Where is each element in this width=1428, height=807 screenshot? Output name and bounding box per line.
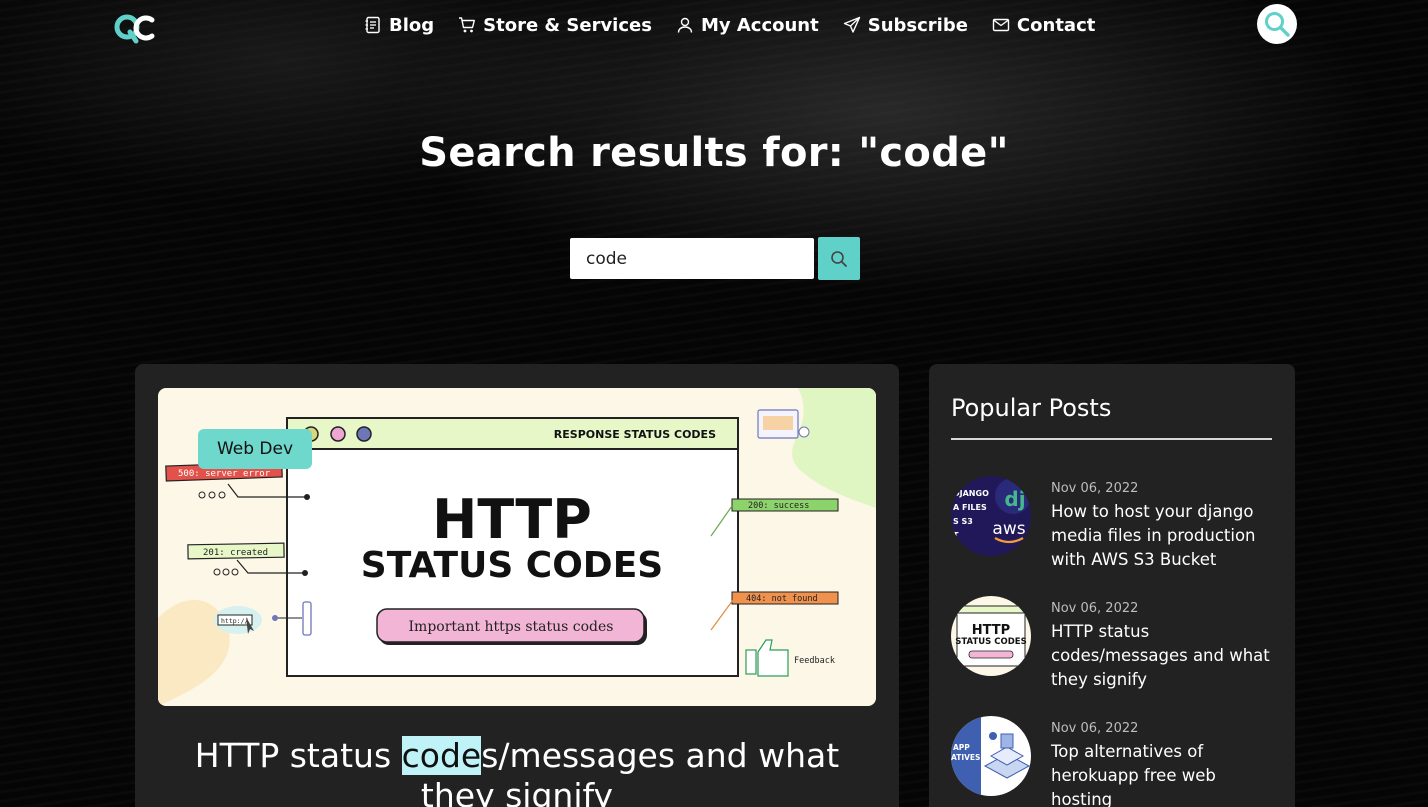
nav-store-label: Store & Services [483, 14, 652, 36]
thumb-feedback: Feedback [794, 656, 835, 666]
nav-subscribe[interactable]: Subscribe [843, 15, 968, 36]
popular-post-title[interactable]: HTTP status codes/messages and what they… [1051, 620, 1277, 692]
thumb-text: HTTP [972, 623, 1010, 638]
thumb-text: ATIVES? [951, 753, 985, 762]
nav-store[interactable]: Store & Services [458, 15, 652, 36]
search-icon [831, 250, 847, 267]
thumb-url-chip: http:// [221, 617, 248, 625]
popular-post-date: Nov 06, 2022 [1051, 721, 1139, 736]
search-icon [1265, 12, 1290, 37]
post-title-before: HTTP status [194, 736, 402, 775]
thumb-headline-2: STATUS CODES [361, 545, 663, 586]
popular-posts-sidebar: Popular Posts DJANGO A FILES S S3 T dj a… [929, 364, 1295, 807]
envelope-icon [992, 18, 1010, 32]
django-aws-thumbnail: DJANGO A FILES S S3 T dj aws [951, 476, 1031, 556]
search-match-highlight: code [401, 736, 482, 775]
post-title-after: s/messages and what they signify [420, 736, 840, 807]
nav-contact-label: Contact [1016, 14, 1096, 36]
sidebar-title: Popular Posts [951, 394, 1112, 422]
paper-plane-icon [843, 16, 860, 33]
sidebar-divider [951, 438, 1272, 440]
nav-blog[interactable]: Blog [364, 15, 434, 36]
thumb-text: A FILES [953, 503, 987, 512]
post-title[interactable]: HTTP status codes/messages and what they… [165, 736, 869, 807]
popular-post-thumbnail: APP ATIVES? [951, 716, 1031, 796]
user-icon [677, 17, 693, 33]
post-thumbnail[interactable]: RESPONSE STATUS CODES HTTP STATUS CODES … [158, 388, 876, 706]
search-submit-button[interactable] [818, 237, 860, 280]
popular-post-thumbnail: DJANGO A FILES S S3 T dj aws [951, 476, 1031, 556]
popular-post-title[interactable]: Top alternatives of herokuapp free web h… [1051, 740, 1277, 807]
thumb-text: T [953, 531, 959, 540]
popular-post-item[interactable]: DJANGO A FILES S S3 T dj aws Nov 06, 202… [951, 476, 1281, 586]
aws-logo: aws [992, 519, 1025, 539]
heroku-alternatives-thumbnail: APP ATIVES? [951, 716, 1031, 796]
thumb-headline-1: HTTP [432, 488, 592, 551]
main-nav: Blog Store & Services My Account Subscri… [364, 10, 1095, 40]
popular-post-item[interactable]: APP ATIVES? Nov 06, 2022 Top alternative… [951, 716, 1281, 807]
nav-contact[interactable]: Contact [992, 15, 1095, 36]
thumb-tag-201: 201: created [203, 548, 268, 558]
cart-icon [459, 17, 476, 33]
notebook-icon [365, 16, 380, 34]
thumb-tag-500: 500: server error [178, 469, 271, 479]
search-input[interactable] [570, 238, 814, 279]
site-logo[interactable] [114, 12, 156, 44]
popular-post-title[interactable]: How to host your django media files in p… [1051, 500, 1277, 572]
nav-account-label: My Account [700, 14, 819, 36]
category-badge[interactable]: Web Dev [198, 429, 312, 469]
thumb-tag-404: 404: not found [746, 594, 818, 604]
popular-post-item[interactable]: HTTP STATUS CODES Nov 06, 2022 HTTP stat… [951, 596, 1281, 706]
page-title: Search results for: "code" [419, 130, 1009, 176]
thumb-header-text: RESPONSE STATUS CODES [554, 428, 716, 441]
nav-account[interactable]: My Account [676, 15, 819, 36]
http-codes-thumbnail: HTTP STATUS CODES [951, 596, 1031, 676]
thumb-tag-200: 200: success [748, 501, 809, 511]
thumb-text: STATUS CODES [955, 637, 1026, 647]
header-search-button[interactable] [1257, 4, 1297, 44]
thumb-text: S S3 [953, 517, 973, 526]
thumb-text: DJANGO [953, 489, 989, 498]
popular-post-date: Nov 06, 2022 [1051, 481, 1139, 496]
popular-post-date: Nov 06, 2022 [1051, 601, 1139, 616]
thumb-subtitle: Important https status codes [409, 619, 614, 635]
django-logo-icon: dj [1004, 487, 1025, 511]
search-result-card[interactable]: RESPONSE STATUS CODES HTTP STATUS CODES … [135, 364, 899, 807]
thumb-text: APP [953, 743, 970, 752]
nav-blog-label: Blog [389, 14, 435, 36]
popular-post-thumbnail: HTTP STATUS CODES [951, 596, 1031, 676]
nav-subscribe-label: Subscribe [867, 14, 968, 36]
